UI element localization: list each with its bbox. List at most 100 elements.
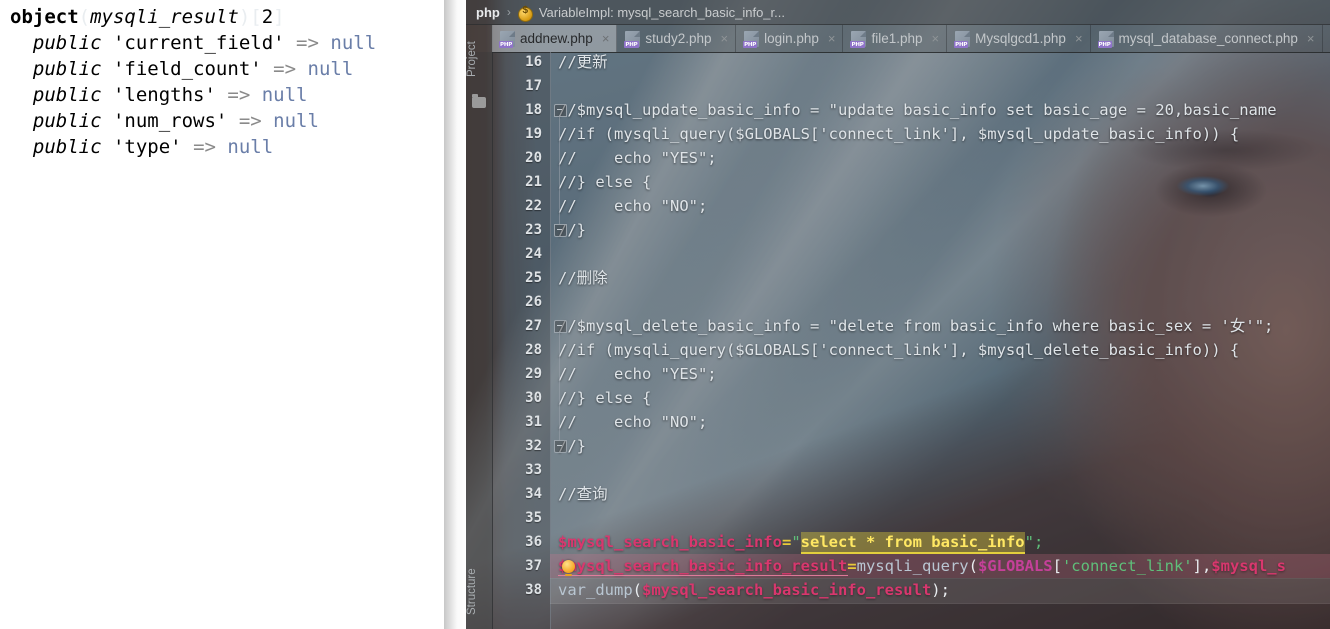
code-line[interactable] <box>550 458 1330 482</box>
code-line[interactable]: //if (mysqli_query($GLOBALS['connect_lin… <box>550 122 1330 146</box>
editor-tab-addnew-php[interactable]: addnew.php × <box>492 25 618 52</box>
identifier-occurrence-underline <box>558 575 848 576</box>
code-token: $mysql_search_basic_info <box>558 533 782 551</box>
editor-tab-label: Mysqlgcd1.php <box>975 31 1066 46</box>
php-file-icon <box>624 30 641 48</box>
code-line[interactable]: //} else { <box>550 170 1330 194</box>
code-token: = <box>847 557 857 575</box>
highlighted-sql-string: select * from basic_info <box>800 532 1025 554</box>
editor-tab-mysqlgcd1-php[interactable]: Mysqlgcd1.php × <box>947 25 1091 52</box>
code-token: //} else { <box>558 173 652 191</box>
line-number: 29 <box>525 366 542 382</box>
editor-tab-mysql-database-connect-php[interactable]: mysql_database_connect.php × <box>1091 25 1323 52</box>
code-token: $mysql_search_basic_info_result <box>558 557 848 575</box>
tab-close-icon[interactable]: × <box>828 32 836 45</box>
code-line[interactable] <box>550 242 1330 266</box>
php-file-icon <box>1097 30 1114 48</box>
code-line[interactable]: // echo "YES"; <box>550 146 1330 170</box>
tab-close-icon[interactable]: × <box>602 32 610 45</box>
code-token: var_dump <box>558 581 633 599</box>
editor-tab-study2-php[interactable]: study2.php × <box>617 25 737 52</box>
code-token: 'connect_link' <box>1061 557 1193 575</box>
coin-dollar-icon <box>517 5 533 22</box>
line-number: 24 <box>525 246 542 262</box>
code-line[interactable]: //} <box>550 434 1330 458</box>
code-token: //查询 <box>558 485 608 503</box>
editor-tab-label: file1.php <box>871 31 923 46</box>
line-number: 25 <box>525 270 542 286</box>
breadcrumb-current[interactable]: VariableImpl: mysql_search_basic_info_r.… <box>539 5 785 20</box>
dump-line: public 'current_field' => null <box>32 32 377 54</box>
code-token: ); <box>931 581 950 599</box>
breadcrumb-root[interactable]: php <box>476 5 500 20</box>
code-line[interactable] <box>550 506 1330 530</box>
code-line[interactable]: $mysql_search_basic_info="select * from … <box>550 530 1330 554</box>
code-line[interactable]: //$mysql_update_basic_info = "update bas… <box>550 98 1330 122</box>
dump-line: public 'type' => null <box>32 136 274 158</box>
code-token: // echo "NO"; <box>558 413 708 431</box>
panel-divider-shadow <box>444 0 466 629</box>
code-token: ( <box>968 557 978 575</box>
code-token: $mysql_s <box>1211 557 1286 575</box>
code-token: //删除 <box>558 269 608 287</box>
code-fold-end-icon[interactable] <box>554 440 567 453</box>
editor-tab-file1-php[interactable]: file1.php × <box>843 25 948 52</box>
code-token: ], <box>1192 557 1212 575</box>
php-file-icon <box>743 30 760 48</box>
code-fold-start-icon[interactable] <box>554 104 567 117</box>
editor-gutter[interactable]: 16 17 18 19 20 21 22 23 24 25 26 27 28 29 30 31 32 33 34 35… <box>492 52 551 629</box>
tab-close-icon[interactable]: × <box>720 32 728 45</box>
tool-button-structure[interactable]: Structure <box>466 557 492 627</box>
code-line[interactable]: //查询 <box>550 482 1330 506</box>
lightbulb-icon[interactable] <box>562 560 575 576</box>
line-number: 34 <box>525 486 542 502</box>
editor-code-area[interactable]: //更新 //$mysql_update_basic_info = "update… <box>550 52 1330 629</box>
code-line[interactable]: //$mysql_delete_basic_info = "delete fro… <box>550 314 1330 338</box>
folder-icon <box>472 94 486 108</box>
line-number: 31 <box>525 414 542 430</box>
code-line[interactable]: //删除 <box>550 266 1330 290</box>
line-number: 33 <box>525 462 542 478</box>
editor-tab-label: addnew.php <box>520 31 593 46</box>
code-line[interactable] <box>550 74 1330 98</box>
php-file-icon <box>850 30 867 48</box>
php-file-icon <box>954 30 971 48</box>
code-token: " <box>791 533 801 551</box>
code-token: $GLOBALS <box>977 557 1053 575</box>
tab-close-icon[interactable]: × <box>1307 32 1315 45</box>
code-line[interactable]: //} <box>550 218 1330 242</box>
editor-tab-my[interactable]: my <box>1323 25 1330 52</box>
line-number: 16 <box>525 54 542 70</box>
var-dump-output-text: object(mysqli_result)[2] public 'current… <box>0 0 444 160</box>
code-line[interactable]: //} else { <box>550 386 1330 410</box>
line-number: 26 <box>525 294 542 310</box>
line-number: 35 <box>525 510 542 526</box>
code-fold-end-icon[interactable] <box>554 224 567 237</box>
code-line[interactable] <box>550 290 1330 314</box>
code-fold-start-icon[interactable] <box>554 320 567 333</box>
left-tool-window-stripe: Project Structure <box>466 25 493 629</box>
code-line[interactable]: // echo "NO"; <box>550 194 1330 218</box>
code-token: //$mysql_delete_basic_info = "delete fro… <box>558 317 1274 335</box>
code-token: //更新 <box>558 53 608 71</box>
tab-close-icon[interactable]: × <box>1075 32 1083 45</box>
code-line[interactable]: //更新 <box>550 52 1330 74</box>
code-token: // echo "YES"; <box>558 149 717 167</box>
dump-line: object(mysqli_result)[2] <box>10 6 285 28</box>
code-line[interactable]: var_dump($mysql_search_basic_info_result… <box>550 578 1330 602</box>
tab-close-icon[interactable]: × <box>932 32 940 45</box>
code-token: // echo "NO"; <box>558 197 708 215</box>
php-file-icon <box>499 30 515 48</box>
tool-button-project[interactable]: Project <box>466 30 492 88</box>
code-token: [ <box>1052 557 1062 575</box>
code-fold-region-line <box>559 115 560 224</box>
editor-tab-login-php[interactable]: login.php × <box>736 25 844 52</box>
code-token: ( <box>632 581 642 599</box>
breadcrumb-separator-icon: › <box>506 5 511 19</box>
code-line[interactable]: // echo "NO"; <box>550 410 1330 434</box>
line-number: 38 <box>525 582 542 598</box>
code-line[interactable]: //if (mysqli_query($GLOBALS['connect_lin… <box>550 338 1330 362</box>
code-line[interactable]: // echo "YES"; <box>550 362 1330 386</box>
editor-tab-label: login.php <box>764 31 819 46</box>
code-token: "; <box>1024 533 1044 551</box>
